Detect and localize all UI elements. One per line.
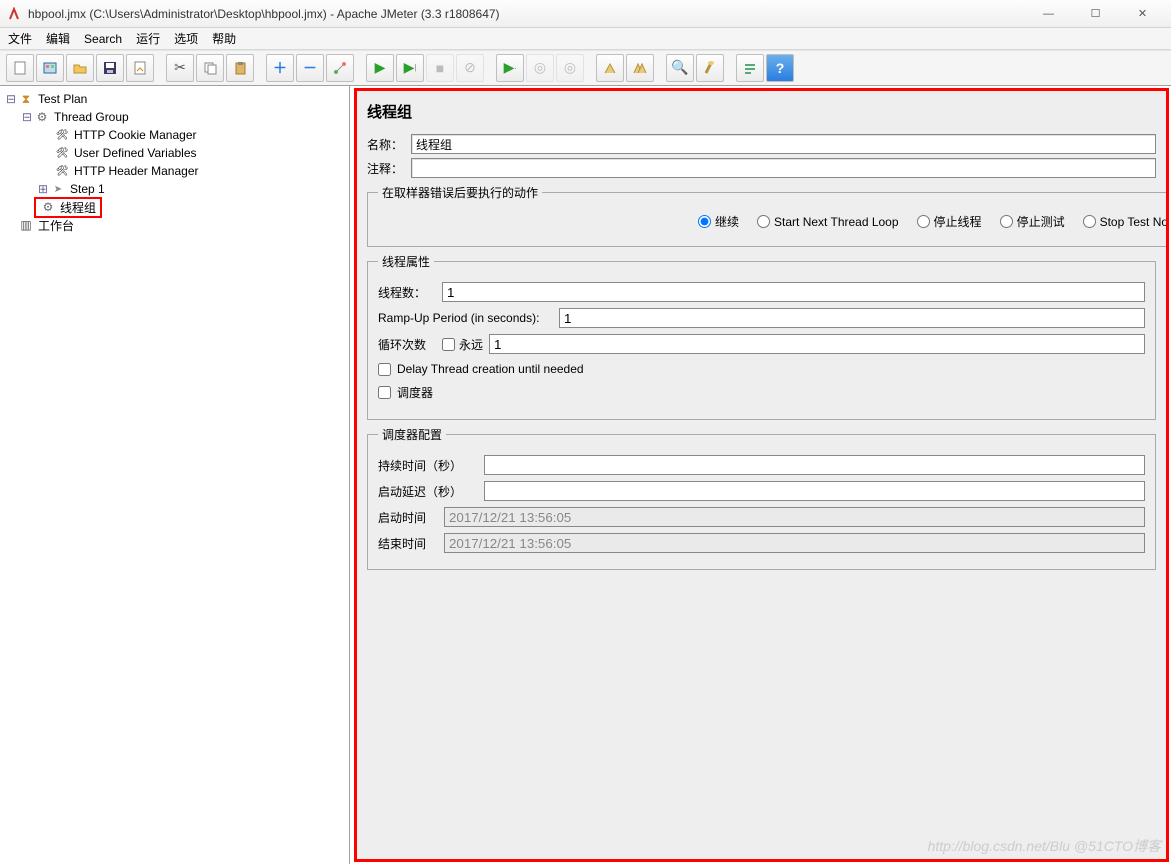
- panel-title: 线程组: [367, 97, 1156, 130]
- menu-run[interactable]: 运行: [136, 30, 160, 47]
- start-time-label: 启动时间: [378, 509, 438, 526]
- search-tree-button[interactable]: 🔍: [666, 54, 694, 82]
- window-title: hbpool.jmx (C:\Users\Administrator\Deskt…: [28, 7, 500, 21]
- window-controls: — ☐ ✕: [1026, 4, 1165, 24]
- threads-input[interactable]: [442, 282, 1145, 302]
- name-input[interactable]: [411, 134, 1156, 154]
- maximize-button[interactable]: ☐: [1073, 4, 1118, 24]
- start-no-pause-button[interactable]: ▶|: [396, 54, 424, 82]
- end-time-label: 结束时间: [378, 535, 438, 552]
- reset-search-button[interactable]: [696, 54, 724, 82]
- scheduler-checkbox[interactable]: 调度器: [378, 384, 433, 401]
- delay-checkbox[interactable]: Delay Thread creation until needed: [378, 362, 584, 376]
- function-helper-button[interactable]: [736, 54, 764, 82]
- new-button[interactable]: [6, 54, 34, 82]
- gear-icon: [40, 199, 56, 215]
- menu-search[interactable]: Search: [84, 32, 122, 46]
- remote-stop-button: ◎: [526, 54, 554, 82]
- minimize-button[interactable]: —: [1026, 4, 1071, 24]
- copy-button[interactable]: [196, 54, 224, 82]
- tree-node-header[interactable]: HTTP Header Manager: [2, 162, 347, 180]
- toggle-button[interactable]: [326, 54, 354, 82]
- menu-options[interactable]: 选项: [174, 30, 198, 47]
- open-button[interactable]: [66, 54, 94, 82]
- tree-node-cookie[interactable]: HTTP Cookie Manager: [2, 126, 347, 144]
- save-as-button[interactable]: [126, 54, 154, 82]
- forever-checkbox[interactable]: 永远: [442, 336, 483, 353]
- duration-label: 持续时间（秒）: [378, 457, 478, 474]
- menubar: 文件 编辑 Search 运行 选项 帮助: [0, 28, 1171, 50]
- menu-edit[interactable]: 编辑: [46, 30, 70, 47]
- menu-help[interactable]: 帮助: [212, 30, 236, 47]
- end-time-input: [444, 533, 1145, 553]
- wrench-icon: [54, 127, 70, 143]
- tree-node-workbench[interactable]: 工作台: [2, 216, 347, 234]
- wrench-icon: [54, 163, 70, 179]
- test-plan-tree: ⊟ Test Plan ⊟ Thread Group HTTP Cookie M…: [2, 90, 347, 234]
- startup-delay-input[interactable]: [484, 481, 1145, 501]
- help-button[interactable]: ?: [766, 54, 794, 82]
- tree-node-thread-cn[interactable]: 线程组: [2, 198, 347, 216]
- remote-shutdown-button: ◎: [556, 54, 584, 82]
- radio-stop-thread[interactable]: 停止线程: [917, 213, 982, 230]
- wrench-icon: [54, 145, 70, 161]
- scheduler-config-title: 调度器配置: [378, 426, 446, 443]
- gear-icon: [34, 109, 50, 125]
- radio-continue[interactable]: 继续: [698, 213, 739, 230]
- paste-button[interactable]: [226, 54, 254, 82]
- name-label: 名称：: [367, 136, 411, 153]
- remote-start-button[interactable]: ▶.: [496, 54, 524, 82]
- shutdown-button: ⊘: [456, 54, 484, 82]
- error-action-group: 在取样器错误后要执行的动作 继续 Start Next Thread Loop …: [367, 184, 1169, 247]
- rampup-input[interactable]: [559, 308, 1145, 328]
- duration-input[interactable]: [484, 455, 1145, 475]
- tree-node-vars[interactable]: User Defined Variables: [2, 144, 347, 162]
- save-button[interactable]: [96, 54, 124, 82]
- error-action-title: 在取样器错误后要执行的动作: [378, 184, 542, 201]
- thread-props-title: 线程属性: [378, 253, 434, 270]
- loop-label: 循环次数: [378, 336, 436, 353]
- menu-file[interactable]: 文件: [8, 30, 32, 47]
- collapse-button[interactable]: －: [296, 54, 324, 82]
- workbench-icon: [18, 217, 34, 233]
- tree-node-threadgroup[interactable]: ⊟ Thread Group: [2, 108, 347, 126]
- start-time-input: [444, 507, 1145, 527]
- jmeter-app-icon: [6, 6, 22, 22]
- titlebar: hbpool.jmx (C:\Users\Administrator\Deskt…: [0, 0, 1171, 28]
- clear-button[interactable]: [596, 54, 624, 82]
- radio-start-next[interactable]: Start Next Thread Loop: [757, 215, 899, 229]
- arrow-icon: [50, 181, 66, 197]
- loop-input[interactable]: [489, 334, 1145, 354]
- clear-all-button[interactable]: [626, 54, 654, 82]
- thread-props-group: 线程属性 线程数： Ramp-Up Period (in seconds): 循…: [367, 253, 1156, 420]
- toolbar: ✂ ＋ － ▶ ▶| ■ ⊘ ▶. ◎ ◎ 🔍 ?: [0, 50, 1171, 86]
- tree-node-testplan[interactable]: ⊟ Test Plan: [2, 90, 347, 108]
- watermark: http://blog.csdn.net/Blu @51CTO博客: [928, 836, 1161, 856]
- threads-label: 线程数：: [378, 284, 436, 301]
- templates-button[interactable]: [36, 54, 64, 82]
- comment-label: 注释：: [367, 160, 411, 177]
- close-button[interactable]: ✕: [1120, 4, 1165, 24]
- cut-button[interactable]: ✂: [166, 54, 194, 82]
- rampup-label: Ramp-Up Period (in seconds):: [378, 311, 553, 325]
- comment-input[interactable]: [411, 158, 1156, 178]
- scheduler-config-group: 调度器配置 持续时间（秒） 启动延迟（秒） 启动时间 结束时间: [367, 426, 1156, 570]
- content-pane: 线程组 名称： 注释： 在取样器错误后要执行的动作 继续 Start Next …: [354, 88, 1169, 862]
- start-button[interactable]: ▶: [366, 54, 394, 82]
- radio-stop-test-now[interactable]: Stop Test No: [1083, 215, 1168, 229]
- radio-stop-test[interactable]: 停止测试: [1000, 213, 1065, 230]
- tree-pane[interactable]: ⊟ Test Plan ⊟ Thread Group HTTP Cookie M…: [0, 86, 350, 864]
- flask-icon: [18, 91, 34, 107]
- tree-node-step1[interactable]: ⊞ Step 1: [2, 180, 347, 198]
- expand-button[interactable]: ＋: [266, 54, 294, 82]
- stop-button: ■: [426, 54, 454, 82]
- startup-delay-label: 启动延迟（秒）: [378, 483, 478, 500]
